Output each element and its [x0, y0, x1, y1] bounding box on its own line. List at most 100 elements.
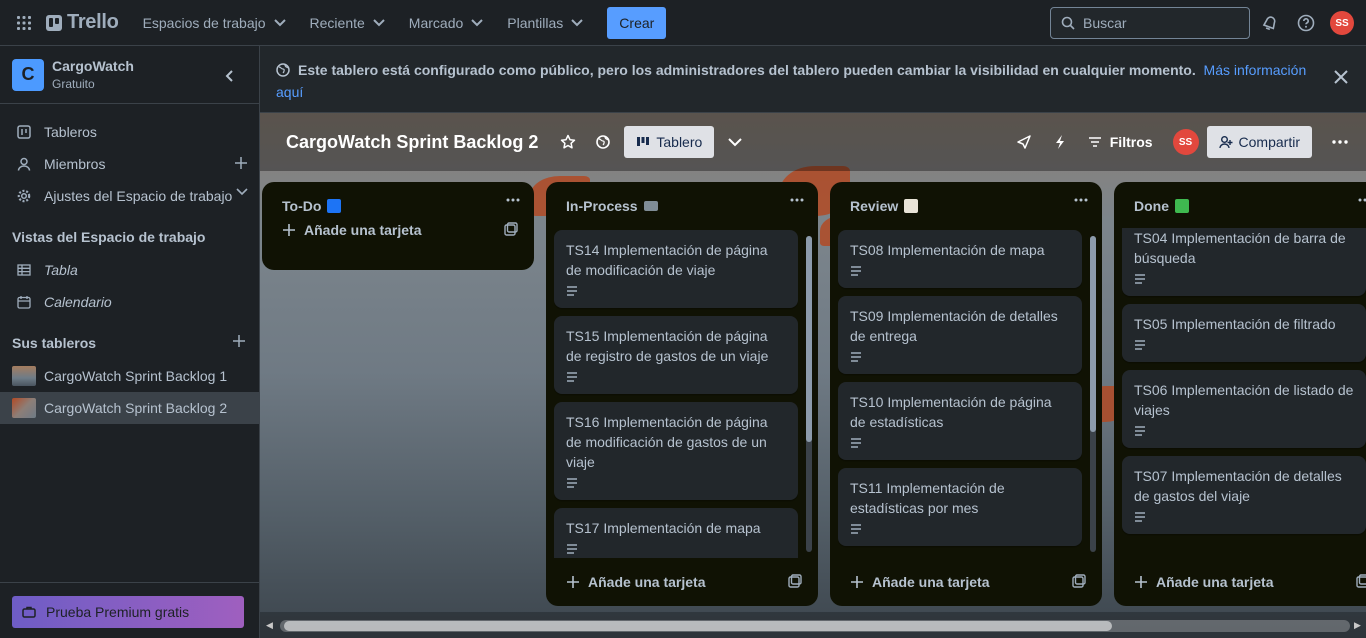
card-title: TS06 Implementación de listado de viajes: [1134, 382, 1354, 418]
table-icon: [16, 262, 32, 278]
more-icon[interactable]: [1074, 198, 1088, 202]
add-card-label: Añade una tarjeta: [872, 574, 990, 590]
more-icon[interactable]: [1332, 140, 1348, 144]
board-thumbnail: [12, 366, 36, 386]
card-title: TS08 Implementación de mapa: [850, 242, 1045, 258]
list-scrollbar[interactable]: [806, 236, 812, 552]
add-card-label: Añade una tarjeta: [1156, 574, 1274, 590]
card[interactable]: TS07 Implementación de detalles de gasto…: [1122, 456, 1366, 534]
add-board-icon[interactable]: [232, 334, 246, 348]
filters-label: Filtros: [1109, 134, 1153, 150]
list-header[interactable]: In-Process: [546, 182, 818, 230]
card[interactable]: TS15 Implementación de página de registr…: [554, 316, 798, 394]
sidebar-item-settings[interactable]: Ajustes del Espacio de trabajo: [0, 180, 260, 212]
scrollbar-thumb[interactable]: [806, 236, 812, 442]
nav-templates-label: Plantillas: [507, 14, 564, 31]
board-view-button[interactable]: Tablero: [624, 126, 715, 158]
scrollbar-thumb[interactable]: [1090, 236, 1096, 432]
divider: [0, 582, 260, 583]
nav-recent[interactable]: Reciente: [300, 7, 395, 39]
scroll-right-icon[interactable]: ▶: [1354, 620, 1361, 631]
add-member-icon[interactable]: [234, 156, 248, 170]
premium-trial-button[interactable]: Prueba Premium gratis: [12, 596, 244, 628]
board-view-label: Tablero: [656, 134, 703, 150]
card[interactable]: TS06 Implementación de listado de viajes: [1122, 370, 1366, 448]
description-icon: [1134, 512, 1354, 526]
nav-workspaces[interactable]: Espacios de trabajo: [133, 7, 296, 39]
card[interactable]: TS09 Implementación de detalles de entre…: [838, 296, 1082, 374]
list-header[interactable]: Review: [830, 182, 1102, 230]
add-card-button[interactable]: Añade una tarjeta: [1114, 558, 1366, 606]
card-title: TS15 Implementación de página de registr…: [566, 328, 769, 364]
board-title[interactable]: CargoWatch Sprint Backlog 2: [286, 132, 538, 153]
automation-icon[interactable]: [1054, 134, 1066, 150]
list-done: Done TS04 Implementación de barra de bús…: [1114, 182, 1366, 606]
card[interactable]: TS17 Implementación de mapa: [554, 508, 798, 558]
list-header[interactable]: Done: [1114, 182, 1366, 230]
board-canvas: Este tablero está configurado como públi…: [260, 46, 1366, 638]
chevron-down-icon: [273, 18, 286, 26]
description-icon: [566, 286, 786, 300]
check-mark-icon: [1175, 199, 1189, 213]
card[interactable]: TS05 Implementación de filtrado: [1122, 304, 1366, 362]
card[interactable]: TS10 Implementación de página de estadís…: [838, 382, 1082, 460]
gear-icon: [16, 188, 32, 204]
list-review: Review TS08 Implementación de mapa TS09 …: [830, 182, 1102, 606]
sidebar-board-label: CargoWatch Sprint Backlog 2: [44, 400, 228, 416]
more-icon[interactable]: [506, 198, 520, 202]
add-card-button[interactable]: Añade una tarjeta: [830, 558, 1102, 606]
nav-starred[interactable]: Marcado: [399, 7, 493, 39]
chevron-down-icon[interactable]: [728, 137, 743, 147]
add-card-button[interactable]: Añade una tarjeta: [262, 206, 534, 254]
sidebar-view-label: Tabla: [44, 262, 78, 278]
card[interactable]: TS14 Implementación de página de modific…: [554, 230, 798, 308]
plus-icon: [851, 576, 863, 588]
card-template-icon[interactable]: [504, 222, 518, 236]
board-horizontal-scrollbar[interactable]: ◀ ▶: [260, 612, 1366, 638]
search-input[interactable]: Buscar: [1050, 7, 1250, 39]
sidebar-item-boards[interactable]: Tableros: [0, 116, 260, 148]
more-icon[interactable]: [790, 198, 804, 202]
notifications-icon[interactable]: [1258, 11, 1282, 35]
card[interactable]: TS04 Implementación de barra de búsqueda: [1122, 228, 1366, 296]
memo-icon: [904, 199, 919, 213]
sidebar-board-2[interactable]: CargoWatch Sprint Backlog 2: [0, 392, 260, 424]
more-icon[interactable]: [1358, 198, 1366, 202]
card-title: TS16 Implementación de página de modific…: [566, 414, 768, 470]
card[interactable]: TS11 Implementación de estadísticas por …: [838, 468, 1082, 546]
card-template-icon[interactable]: [1072, 574, 1086, 588]
card-template-icon[interactable]: [1356, 574, 1366, 588]
list-scrollbar[interactable]: [1090, 236, 1096, 552]
chevron-down-icon[interactable]: [236, 188, 248, 196]
share-button[interactable]: Compartir: [1206, 126, 1312, 158]
user-avatar[interactable]: SS: [1330, 11, 1354, 35]
card[interactable]: TS08 Implementación de mapa: [838, 230, 1082, 288]
scroll-left-icon[interactable]: ◀: [266, 620, 273, 631]
close-icon[interactable]: [1333, 69, 1349, 85]
sidebar-view-table[interactable]: Tabla: [0, 254, 260, 286]
power-ups-icon[interactable]: [1016, 134, 1032, 150]
scrollbar-thumb[interactable]: [284, 621, 1112, 631]
sidebar-item-label: Ajustes del Espacio de trabajo: [44, 188, 233, 204]
card[interactable]: TS16 Implementación de página de modific…: [554, 402, 798, 500]
board-member-avatar[interactable]: SS: [1172, 129, 1199, 155]
star-icon[interactable]: [560, 134, 576, 150]
description-icon: [850, 266, 1070, 280]
filters-button[interactable]: Filtros: [1088, 134, 1153, 150]
help-icon[interactable]: [1294, 11, 1318, 35]
sidebar-view-calendar[interactable]: Calendario: [0, 286, 260, 318]
app-switcher-icon[interactable]: [12, 11, 36, 35]
sidebar-item-label: Tableros: [44, 124, 97, 140]
nav-templates[interactable]: Plantillas: [497, 7, 593, 39]
nav-recent-label: Reciente: [309, 14, 365, 31]
create-button[interactable]: Crear: [607, 6, 667, 39]
card-title: TS09 Implementación de detalles de entre…: [850, 308, 1058, 344]
card-title: TS11 Implementación de estadísticas por …: [850, 480, 1005, 516]
sidebar-item-members[interactable]: Miembros: [0, 148, 260, 180]
collapse-sidebar-icon[interactable]: [220, 66, 240, 86]
sidebar-board-1[interactable]: CargoWatch Sprint Backlog 1: [0, 360, 260, 392]
globe-icon[interactable]: [596, 135, 611, 149]
card-template-icon[interactable]: [788, 574, 802, 588]
add-card-button[interactable]: Añade una tarjeta: [546, 558, 818, 606]
trello-logo[interactable]: Trello: [46, 11, 119, 34]
